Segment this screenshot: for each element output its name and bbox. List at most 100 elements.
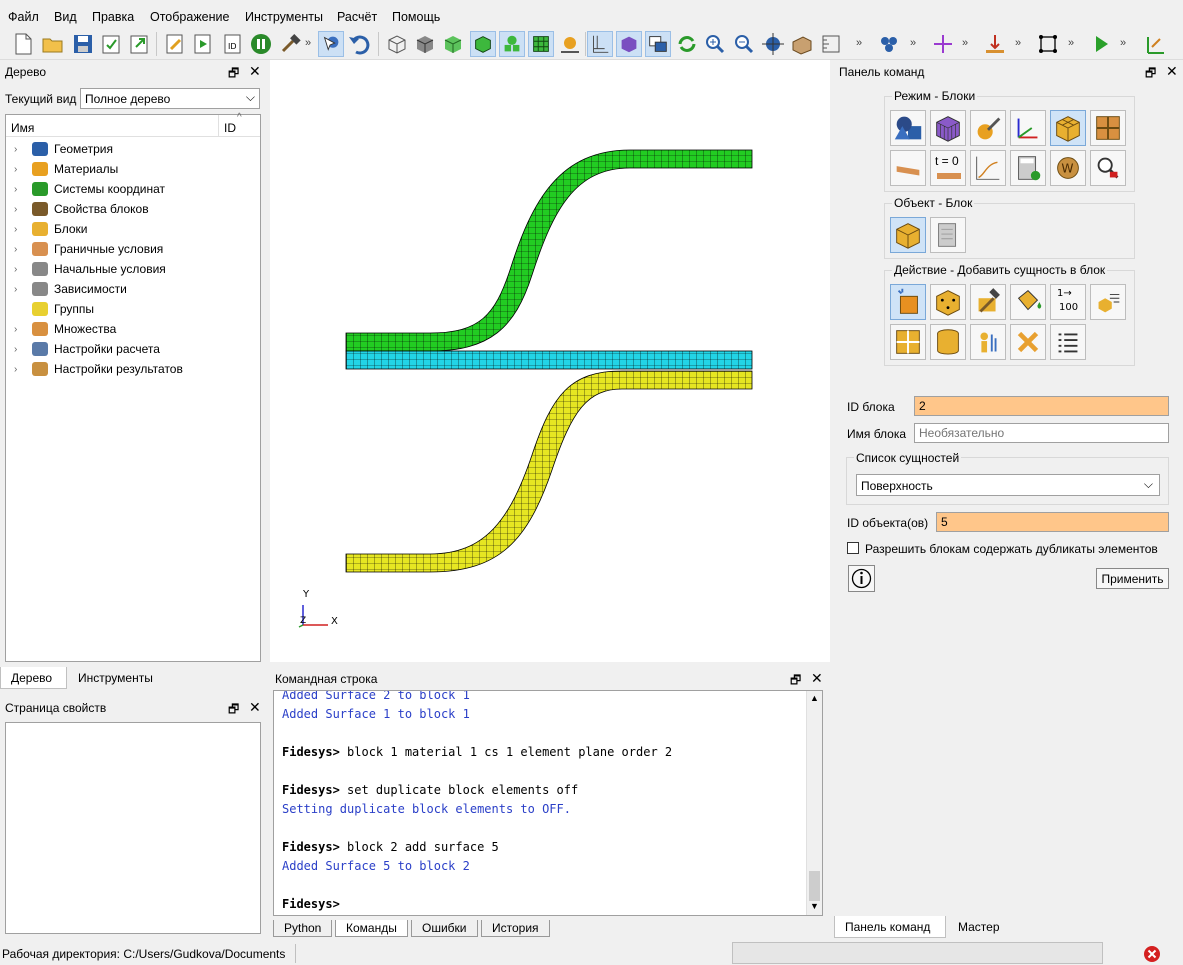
tree-item-geometry[interactable]: › Геометрия: [14, 139, 113, 159]
pause-icon[interactable]: [248, 31, 274, 57]
results-mode-icon[interactable]: W: [1050, 150, 1086, 186]
graphics-viewport[interactable]: Y X Z: [270, 60, 830, 662]
scrollbar[interactable]: ▲ ▼: [806, 691, 822, 915]
scroll-down-icon[interactable]: ▼: [810, 901, 819, 911]
float-icon[interactable]: 🗗: [1145, 64, 1156, 85]
expand-arrow-icon[interactable]: ›: [14, 324, 28, 335]
constraint-icon[interactable]: [1035, 31, 1061, 57]
tree-item-blocks[interactable]: › Блоки: [14, 219, 88, 239]
inspect-mode-icon[interactable]: [1090, 150, 1126, 186]
tab-tools[interactable]: Инструменты: [68, 667, 163, 689]
current-view-select[interactable]: Полное дерево ⌵: [80, 88, 260, 109]
geometry-mode-icon[interactable]: [890, 110, 926, 146]
blocks-mode-icon[interactable]: [1050, 110, 1086, 146]
fit-view-icon[interactable]: [760, 31, 786, 57]
wireframe-icon[interactable]: [384, 31, 410, 57]
block-props-icon[interactable]: [930, 217, 966, 253]
split-block-icon[interactable]: [890, 324, 926, 360]
entity-type-select[interactable]: Поверхность ⌵: [856, 474, 1160, 496]
float-icon[interactable]: 🗗: [790, 671, 801, 692]
tree-item-ic[interactable]: › Начальные условия: [14, 259, 166, 279]
error-icon[interactable]: [1143, 945, 1161, 963]
id-script-icon[interactable]: ID: [220, 31, 246, 57]
expand-arrow-icon[interactable]: ›: [14, 204, 28, 215]
apply-button[interactable]: Применить: [1096, 568, 1169, 589]
expand-arrow-icon[interactable]: ›: [14, 224, 28, 235]
close-icon[interactable]: ✕: [249, 699, 261, 716]
close-icon[interactable]: ✕: [1166, 63, 1178, 80]
open-folder-icon[interactable]: [40, 31, 66, 57]
block-id-field[interactable]: [914, 396, 1169, 416]
zoom-in-icon[interactable]: [702, 31, 728, 57]
scroll-up-icon[interactable]: ▲: [810, 693, 819, 703]
undo-icon[interactable]: [346, 31, 372, 57]
tree-item-dependencies[interactable]: › Зависимости: [14, 279, 127, 299]
geometry-view-icon[interactable]: [499, 31, 525, 57]
hammer-icon[interactable]: [278, 31, 304, 57]
load-icon[interactable]: [982, 31, 1008, 57]
scroll-thumb[interactable]: [809, 871, 820, 901]
purple-cube-icon[interactable]: [616, 31, 642, 57]
axes-icon[interactable]: [587, 31, 613, 57]
shaded-icon[interactable]: [440, 31, 466, 57]
ic-mode-icon[interactable]: t = 0: [930, 150, 966, 186]
delete-block-icon[interactable]: [1010, 324, 1046, 360]
tree-item-result-settings[interactable]: › Настройки результатов: [14, 359, 183, 379]
tree-item-block-props[interactable]: › Свойства блоков: [14, 199, 149, 219]
mesh-canvas[interactable]: Y X Z: [270, 60, 830, 662]
export-icon[interactable]: [126, 31, 152, 57]
tree-item-coordsys[interactable]: › Системы координат: [14, 179, 165, 199]
tab-python[interactable]: Python: [273, 920, 333, 937]
run-icon[interactable]: [1088, 31, 1114, 57]
menu-display[interactable]: Отображение: [150, 10, 229, 24]
menu-help[interactable]: Помощь: [392, 10, 440, 24]
tree-item-materials[interactable]: › Материалы: [14, 159, 118, 179]
block-name-field[interactable]: [914, 423, 1169, 443]
expand-arrow-icon[interactable]: ›: [14, 184, 28, 195]
paint-bucket-icon[interactable]: [1010, 284, 1046, 320]
zoom-out-icon[interactable]: [731, 31, 757, 57]
object-ids-field[interactable]: [936, 512, 1169, 532]
new-file-icon[interactable]: [10, 31, 36, 57]
edit-script-icon[interactable]: [162, 31, 188, 57]
hidden-line-icon[interactable]: [412, 31, 438, 57]
bc-mode-icon[interactable]: [890, 150, 926, 186]
refresh-icon[interactable]: [674, 31, 700, 57]
cylinder-block-icon[interactable]: [930, 324, 966, 360]
ruler-icon[interactable]: [818, 31, 844, 57]
dependency-mode-icon[interactable]: [970, 150, 1006, 186]
expand-arrow-icon[interactable]: ›: [14, 144, 28, 155]
block-info-icon[interactable]: [970, 324, 1006, 360]
expand-arrow-icon[interactable]: ›: [14, 244, 28, 255]
menu-tools[interactable]: Инструменты: [245, 10, 323, 24]
mesh-mode-icon[interactable]: [930, 110, 966, 146]
allow-duplicates-checkbox[interactable]: [847, 542, 859, 554]
col-name[interactable]: Имя: [11, 121, 34, 135]
tab-wizard[interactable]: Мастер: [948, 916, 1010, 938]
block-list-icon[interactable]: [1090, 284, 1126, 320]
save-icon[interactable]: [70, 31, 96, 57]
menu-view[interactable]: Вид: [54, 10, 77, 24]
build-hammer-icon[interactable]: [970, 284, 1006, 320]
tab-tree[interactable]: Дерево: [0, 667, 67, 689]
command-output[interactable]: Added Surface 2 to block 1 Added Surface …: [273, 690, 823, 916]
sets-mode-icon[interactable]: [1090, 110, 1126, 146]
menu-calc[interactable]: Расчёт: [337, 10, 377, 24]
tab-command-panel[interactable]: Панель команд: [834, 916, 946, 938]
float-icon[interactable]: 🗗: [228, 64, 239, 85]
material-mode-icon[interactable]: [970, 110, 1006, 146]
add-entity-icon[interactable]: [890, 284, 926, 320]
coordsys-mode-icon[interactable]: [1010, 110, 1046, 146]
expand-arrow-icon[interactable]: ›: [14, 264, 28, 275]
close-icon[interactable]: ✕: [811, 670, 823, 687]
shaded-edges-icon[interactable]: [470, 31, 496, 57]
tree-item-groups[interactable]: Группы: [14, 299, 94, 319]
expand-arrow-icon[interactable]: ›: [14, 164, 28, 175]
tab-history[interactable]: История: [481, 920, 550, 937]
select-pointer-icon[interactable]: [318, 31, 344, 57]
tab-commands[interactable]: Команды: [335, 920, 408, 937]
box-view-icon[interactable]: [789, 31, 815, 57]
menu-file[interactable]: Файл: [8, 10, 39, 24]
info-button[interactable]: [848, 565, 875, 592]
expand-arrow-icon[interactable]: ›: [14, 364, 28, 375]
